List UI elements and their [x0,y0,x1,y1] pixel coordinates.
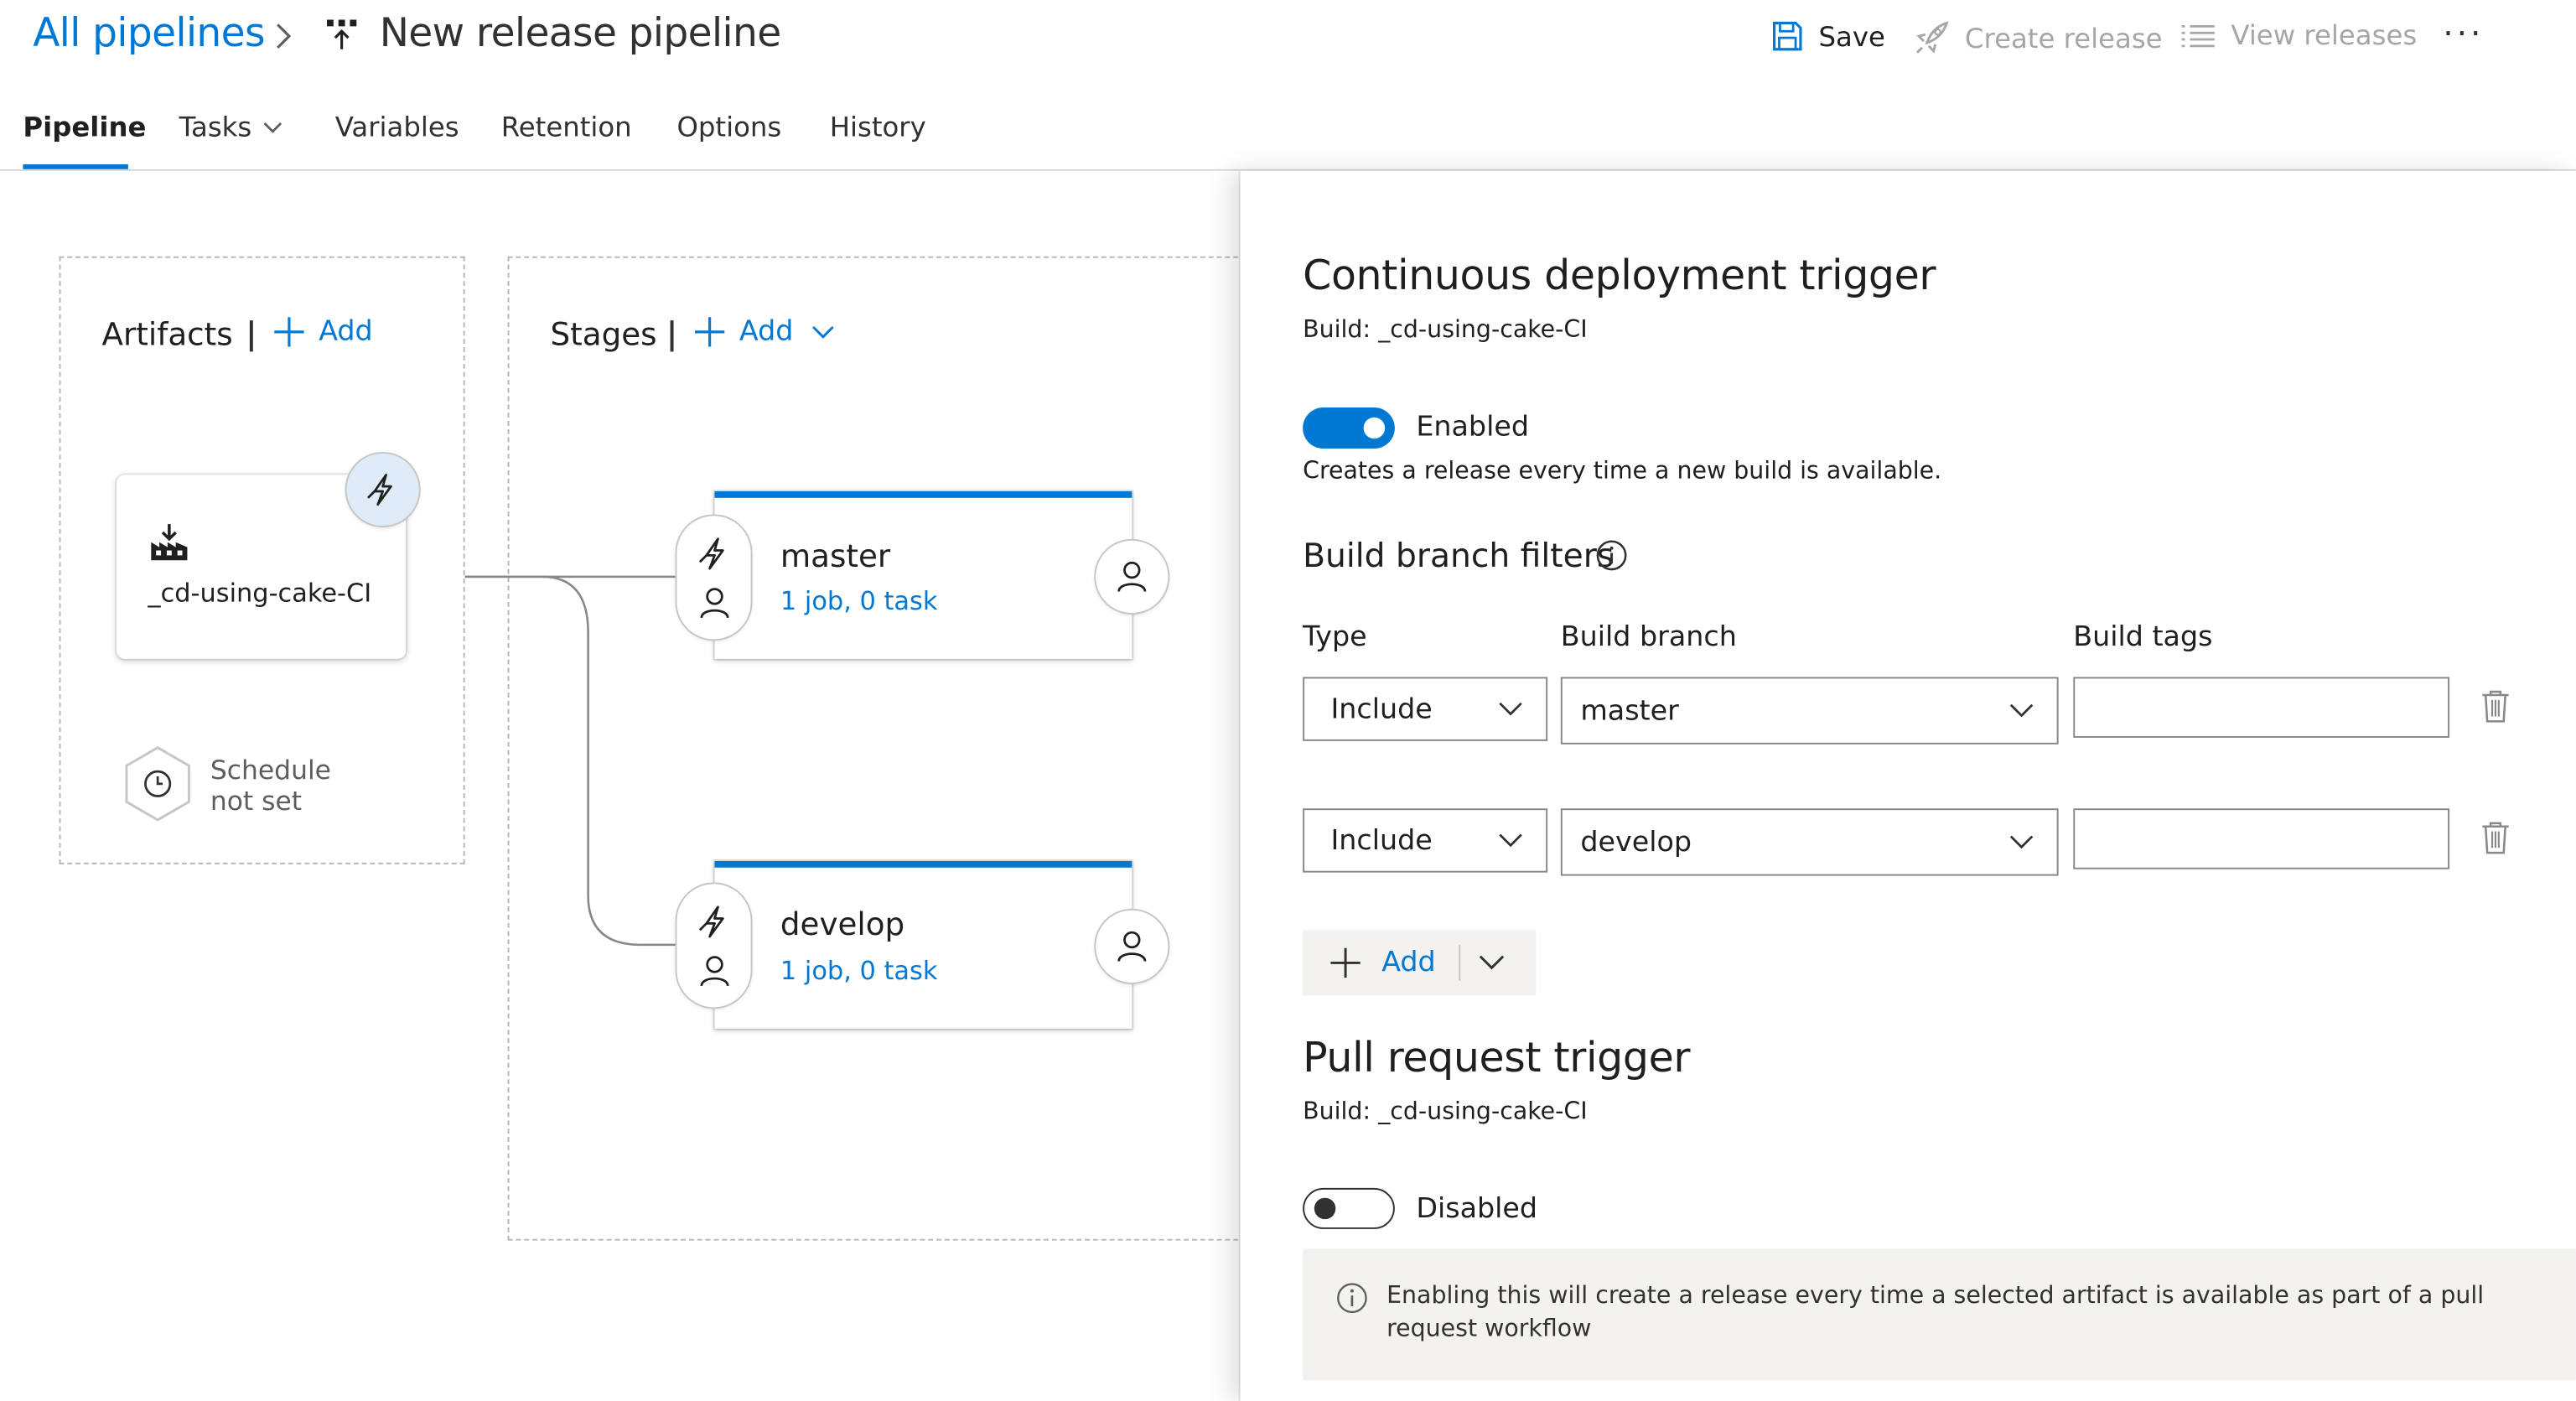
clock-icon [143,769,173,798]
pr-trigger-title: Pull request trigger [1303,1033,1691,1082]
chevron-down-icon[interactable] [1479,955,1505,972]
pr-trigger-info-text: Enabling this will create a release ever… [1386,1283,2485,1343]
person-icon [1117,930,1147,963]
trash-icon[interactable] [2480,688,2510,723]
filter-type-select[interactable]: Include [1303,808,1548,873]
cd-trigger-toggle[interactable] [1303,407,1395,449]
list-icon [2180,20,2216,49]
schedule-button[interactable] [122,745,194,823]
filter-branch-select[interactable]: master [1560,677,2059,745]
filter-tags-input[interactable] [2073,677,2450,738]
panel-title: Continuous deployment trigger [1303,251,1936,299]
person-icon [700,587,729,620]
lightning-icon [366,473,399,506]
schedule-status-line1: Schedule [210,754,331,786]
add-branch-filter-button[interactable]: Add [1303,930,1537,996]
stage-conditions-master[interactable] [676,516,751,640]
build-branch-filters-title: Build branch filters [1303,535,1615,575]
info-icon [1335,1282,1368,1315]
panel-build-source: Build: _cd-using-cake-CI [1303,317,1588,344]
view-releases-button[interactable]: View releases [2180,19,2418,51]
post-deployment-approvals-master[interactable] [1096,540,1169,614]
divider [1459,944,1461,982]
pr-trigger-toggle[interactable] [1303,1187,1395,1229]
filter-type-value: Include [1330,693,1433,726]
info-icon[interactable] [1595,539,1628,572]
stage-card-master[interactable] [714,490,1133,659]
cd-trigger-toggle-label: Enabled [1416,410,1529,444]
filter-tags-input[interactable] [2073,808,2450,869]
filter-branch-select[interactable]: develop [1560,808,2059,876]
stage-card-develop[interactable] [714,860,1133,1029]
filter-type-select[interactable]: Include [1303,677,1548,741]
person-icon [1117,560,1147,593]
stage-summary-master[interactable]: 1 job, 0 task [780,587,938,616]
view-releases-label: View releases [2231,19,2418,51]
create-release-label: Create release [1964,22,2163,54]
stage-name-develop: develop [780,906,905,943]
cd-trigger-description: Creates a release every time a new build… [1303,458,1942,485]
artifact-name: _cd-using-cake-CI [148,578,372,609]
filter-branch-value: master [1580,694,1679,728]
add-branch-filter-label: Add [1381,946,1436,980]
cd-trigger-button[interactable] [346,453,419,527]
plus-icon [1329,947,1361,979]
column-header-type: Type [1303,620,1367,655]
rocket-icon [1914,20,1950,56]
stage-summary-develop[interactable]: 1 job, 0 task [780,957,938,986]
chevron-down-icon [2009,835,2034,850]
chevron-down-icon [1498,702,1522,717]
column-header-build-tags: Build tags [2073,620,2213,655]
pr-trigger-build-source: Build: _cd-using-cake-CI [1303,1099,1588,1126]
save-button[interactable]: Save [1771,20,1885,53]
lightning-icon [698,537,731,570]
chevron-down-icon [2009,703,2034,719]
lightning-icon [698,905,731,938]
filter-type-value: Include [1330,823,1433,858]
stage-name-master: master [780,538,891,575]
create-release-button[interactable]: Create release [1914,20,2163,56]
trash-icon[interactable] [2480,820,2510,854]
post-deployment-approvals-develop[interactable] [1096,910,1169,983]
filter-branch-value: develop [1580,825,1692,859]
schedule-status: Schedule not set [210,755,331,817]
schedule-status-line2: not set [210,785,303,817]
column-header-build-branch: Build branch [1560,620,1737,655]
save-icon [1771,20,1804,53]
build-artifact-icon [149,522,189,562]
stage-connectors [464,575,677,947]
more-actions-icon[interactable]: ··· [2443,13,2484,53]
chevron-down-icon [1498,833,1522,848]
stage-conditions-develop[interactable] [676,884,751,1008]
person-icon [700,955,729,988]
save-label: Save [1818,20,1885,52]
pr-trigger-toggle-label: Disabled [1416,1192,1538,1227]
